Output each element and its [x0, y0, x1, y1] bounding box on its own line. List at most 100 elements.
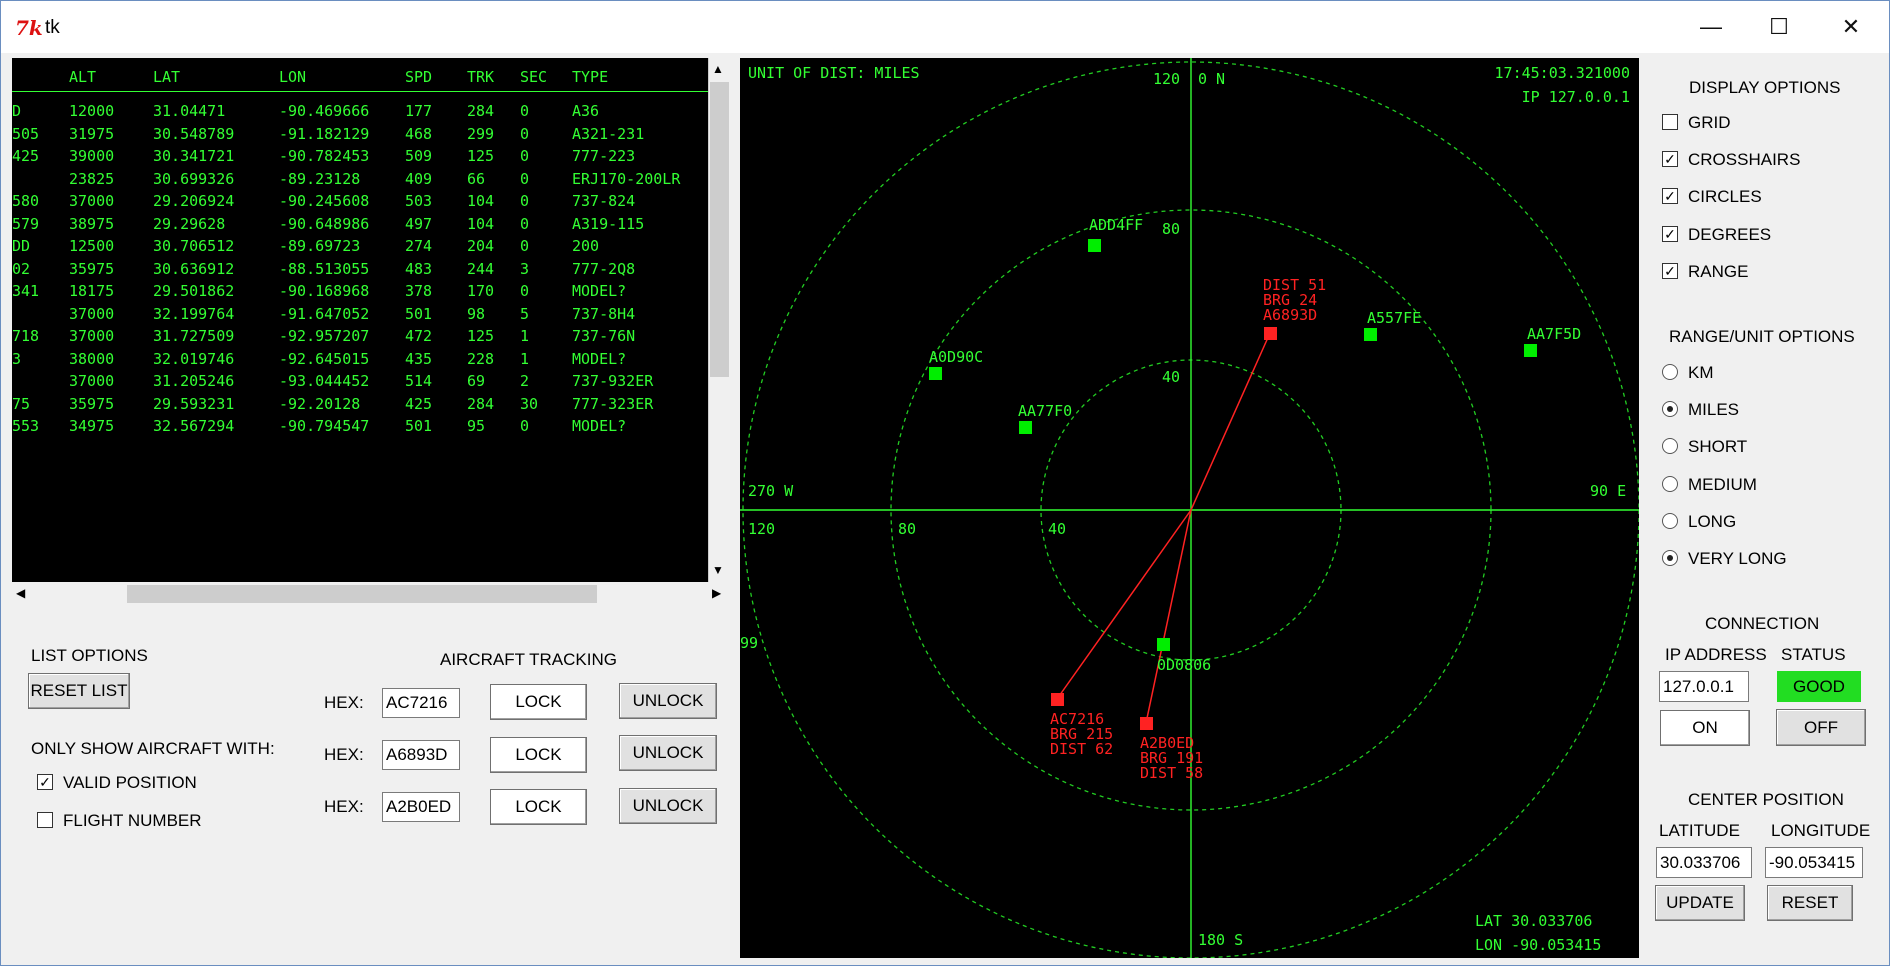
short-radio[interactable]	[1662, 438, 1678, 454]
lock-button-3[interactable]: LOCK	[490, 789, 587, 825]
degrees-label: DEGREES	[1688, 225, 1772, 244]
lock-button-2[interactable]: LOCK	[490, 737, 587, 773]
tracked-marker-a6893d[interactable]	[1264, 327, 1277, 340]
list-cell-trk: 69	[467, 372, 486, 390]
scroll-up-arrow-icon[interactable]: ▲	[712, 62, 724, 76]
scroll-left-arrow-icon[interactable]: ◀	[16, 586, 25, 600]
list-cell-sec: 1	[520, 327, 530, 345]
connect-off-button[interactable]: OFF	[1776, 709, 1866, 746]
circles-checkbox[interactable]: ✓	[1662, 188, 1678, 204]
aircraft-marker-add4ff[interactable]	[1088, 239, 1101, 252]
list-item[interactable]: 37000 32.199764 -91.647052 501 98 5 737-8H4	[12, 305, 708, 327]
list-cell-hex: 553	[12, 417, 40, 435]
tracked-marker-a2b0ed[interactable]	[1140, 717, 1153, 730]
latitude-input[interactable]: 30.033706	[1656, 847, 1752, 878]
list-item[interactable]: 341 18175 29.501862 -90.168968 378 170 0 MODEL?	[12, 282, 708, 304]
list-cell-lat: 32.567294	[153, 417, 235, 435]
ip-address-input[interactable]: 127.0.0.1	[1659, 671, 1749, 702]
list-item[interactable]: 718 37000 31.727509 -92.957207 472 125 1 737-76…	[12, 327, 708, 349]
list-cell-lon: -89.69723	[279, 237, 361, 255]
scroll-right-arrow-icon[interactable]: ▶	[712, 586, 721, 600]
aircraft-marker-aa7f5d[interactable]	[1524, 344, 1537, 357]
ring-label-80-north: 80	[1162, 220, 1180, 238]
close-button[interactable]: ✕	[1821, 9, 1881, 45]
aircraft-marker-aa77f0[interactable]	[1019, 421, 1032, 434]
km-radio[interactable]	[1662, 364, 1678, 380]
hex-input-3[interactable]: A2B0ED	[382, 792, 460, 822]
medium-radio[interactable]	[1662, 476, 1678, 492]
hex-input-2[interactable]: A6893D	[382, 740, 460, 770]
aircraft-label-aa7f5d: AA7F5D	[1527, 325, 1581, 343]
list-cell-lon: -89.23128	[279, 169, 361, 188]
degrees-checkbox[interactable]: ✓	[1662, 226, 1678, 242]
list-cell-alt: 35975	[69, 394, 115, 413]
aircraft-marker-a557fe[interactable]	[1364, 328, 1377, 341]
reset-center-button[interactable]: RESET	[1767, 885, 1853, 921]
aircraft-marker-a0d90c[interactable]	[929, 367, 942, 380]
unlock-button-1[interactable]: UNLOCK	[619, 683, 717, 719]
connection-heading: CONNECTION	[1705, 614, 1820, 633]
reset-list-button[interactable]: RESET LIST	[28, 673, 130, 709]
list-cell-trk: 125	[467, 147, 495, 165]
tracked-marker-ac7216[interactable]	[1051, 693, 1064, 706]
list-cell-type: 200	[572, 237, 600, 255]
list-cell-type: 777-2Q8	[572, 259, 636, 278]
connect-on-button[interactable]: ON	[1660, 710, 1750, 746]
list-item[interactable]: 553 34975 32.567294 -90.794547 501 95 0 MODEL?	[12, 417, 708, 439]
unlock-button-2[interactable]: UNLOCK	[619, 735, 717, 771]
update-center-button[interactable]: UPDATE	[1655, 885, 1745, 921]
list-cell-alt: 37000	[69, 192, 115, 210]
list-cell-lat: 31.727509	[153, 327, 235, 345]
radar-scope[interactable]: UNIT OF DIST: MILES 17:45:03.321000 IP 1…	[740, 58, 1640, 959]
list-cell-alt: 37000	[69, 327, 115, 345]
list-cell-sec: 30	[520, 394, 539, 413]
aircraft-list[interactable]: ALT LAT LON SPD TRK SEC TYPE D 12000 31.04…	[12, 58, 708, 582]
list-cell-alt: 23825	[69, 169, 115, 188]
tracked-dist-ac7216: DIST 62	[1050, 740, 1113, 758]
list-cell-lat: 30.636912	[153, 259, 235, 278]
list-item[interactable]: 3 38000 32.019746 -92.645015 435 228 1 MODEL?	[12, 350, 708, 372]
list-cell-trk: 95	[467, 417, 486, 435]
list-item[interactable]: 37000 31.205246 -93.044452 514 69 2 737-932ER	[12, 372, 708, 394]
list-horizontal-scrollbar[interactable]: ◀ ▶	[12, 583, 730, 605]
list-horizontal-thumb[interactable]	[127, 585, 597, 603]
list-cell-type: 737-932ER	[572, 372, 654, 390]
list-item[interactable]: 02 35975 30.636912 -88.513055 483 244 3 777-2Q8	[12, 260, 708, 282]
list-item[interactable]: 505 31975 30.548789 -91.182129 468 299 0 A321-2…	[12, 125, 708, 147]
flight-number-checkbox[interactable]	[37, 812, 53, 828]
list-vertical-thumb[interactable]	[710, 82, 729, 377]
list-item[interactable]: 580 37000 29.206924 -90.245608 503 104 0 737-82…	[12, 192, 708, 214]
longitude-input[interactable]: -90.053415	[1765, 847, 1863, 878]
aircraft-label-a557fe: A557FE	[1367, 309, 1421, 327]
range-checkbox[interactable]: ✓	[1662, 263, 1678, 279]
aircraft-marker-0d0806[interactable]	[1157, 638, 1170, 651]
minimize-button[interactable]: —	[1681, 9, 1741, 45]
list-item[interactable]: 579 38975 29.29628 -90.648986 497 104 0 A319-11…	[12, 215, 708, 237]
app-window: 7k tk — ☐ ✕ ALT LAT LON SPD TRK SEC TYPE…	[0, 0, 1890, 966]
long-radio[interactable]	[1662, 513, 1678, 529]
very-long-radio[interactable]	[1662, 550, 1678, 566]
column-header-alt: ALT	[69, 68, 97, 86]
list-item[interactable]: 425 39000 30.341721 -90.782453 509 125 0 777-22…	[12, 147, 708, 169]
tracked-dist-a2b0ed: DIST 58	[1140, 764, 1203, 782]
list-item[interactable]: DD 12500 30.706512 -89.69723 274 204 0 200	[12, 237, 708, 259]
list-vertical-scrollbar[interactable]: ▲ ▼	[708, 58, 731, 582]
maximize-button[interactable]: ☐	[1749, 9, 1809, 45]
list-item[interactable]: D 12000 31.04471 -90.469666 177 284 0 A36	[12, 102, 708, 124]
hex-input-1[interactable]: AC7216	[382, 688, 460, 718]
miles-radio[interactable]	[1662, 401, 1678, 417]
radar-canvas: UNIT OF DIST: MILES 17:45:03.321000 IP 1…	[740, 58, 1640, 959]
list-item[interactable]: 75 35975 29.593231 -92.20128 425 284 30 777-323…	[12, 395, 708, 417]
crosshairs-checkbox[interactable]: ✓	[1662, 151, 1678, 167]
lock-button-1[interactable]: LOCK	[490, 684, 587, 720]
list-cell-lon: -92.20128	[279, 394, 361, 413]
list-cell-sec: 0	[520, 192, 530, 210]
grid-checkbox[interactable]	[1662, 114, 1678, 130]
unlock-button-3[interactable]: UNLOCK	[619, 788, 717, 824]
valid-position-checkbox[interactable]: ✓	[37, 774, 53, 790]
list-cell-alt: 18175	[69, 282, 115, 300]
aircraft-tracking-heading: AIRCRAFT TRACKING	[440, 650, 617, 669]
list-cell-lat: 30.706512	[153, 237, 235, 255]
list-item[interactable]: 23825 30.699326 -89.23128 409 66 0 ERJ170-200L…	[12, 170, 708, 192]
scroll-down-arrow-icon[interactable]: ▼	[712, 563, 724, 577]
